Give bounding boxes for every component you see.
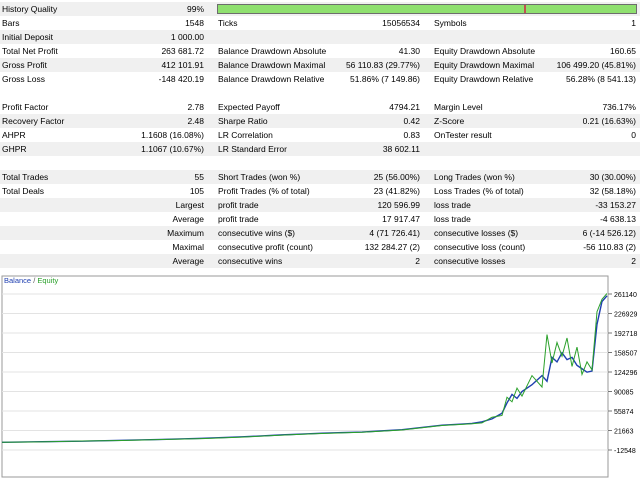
history-quality-marker [524, 5, 526, 13]
stat-value: 41.30 [398, 46, 420, 56]
chart-legend: Balance / Equity [4, 276, 58, 285]
y-tick-label: 90085 [614, 390, 634, 397]
stat-value: 1 [631, 18, 636, 28]
stat-value: 263 681.72 [161, 46, 204, 56]
stat-label: Total Deals [2, 186, 45, 196]
stat-label: Initial Deposit [2, 32, 54, 42]
stat-value: 4794.21 [389, 102, 420, 112]
stat-group-label: Maximum [167, 228, 204, 238]
stat-value: 120 596.99 [377, 200, 420, 210]
stats-row: Bars 1548 Ticks 15056534 Symbols 1 [0, 16, 640, 30]
stat-label: AHPR [2, 130, 26, 140]
stats-row: Gross Loss -148 420.19 Balance Drawdown Re… [0, 72, 640, 86]
stat-value: 1 000.00 [170, 32, 204, 42]
stat-value: 1.1608 (16.08%) [141, 130, 204, 140]
stat-value: 1.1067 (10.67%) [141, 144, 204, 154]
y-tick-label: 226929 [614, 312, 637, 319]
balance-equity-chart: 261140 226929 192718 158507 124296 90085 55874… [0, 274, 640, 480]
stats-row: Total Deals 105 Profit Trades (% of total)… [0, 184, 640, 198]
stat-value: 736.17% [602, 102, 636, 112]
stat-label: Gross Loss [2, 74, 45, 84]
stat-value: 15056534 [382, 18, 420, 28]
stats-row: Recovery Factor 2.48 Sharpe Ratio 0.42 Z-Sco… [0, 114, 640, 128]
stat-value: 38 602.11 [382, 144, 420, 154]
stat-label: GHPR [2, 144, 27, 154]
stat-value: 0.83 [403, 130, 420, 140]
stat-label: Gross Profit [2, 60, 47, 70]
plot-area [1, 275, 609, 478]
history-quality-value: 99% [186, 4, 204, 14]
stat-value: 2 [415, 256, 420, 266]
stats-row: Gross Profit 412 101.91 Balance Drawdown M… [0, 58, 640, 72]
chart-svg: 261140 226929 192718 158507 124296 90085 55874… [1, 275, 637, 478]
stat-value [520, 142, 636, 156]
stat-value: 56 110.83 (29.77%) [345, 60, 420, 70]
stat-value [300, 30, 420, 44]
stats-row: Profit Factor 2.78 Expected Payoff 4794.21 M… [0, 100, 640, 114]
stat-value: 0.21 (16.63%) [582, 116, 636, 126]
stats-row: Total Trades 55 Short Trades (won %) 25 (56… [0, 170, 640, 184]
stat-value: 23 (41.82%) [373, 186, 420, 196]
stat-group-label: Largest [175, 200, 204, 210]
stats-row: Largest profit trade 120 596.99 loss trade -… [0, 198, 640, 212]
y-tick-label: 158507 [614, 351, 637, 358]
stat-group-label: Average [172, 256, 204, 266]
stat-group-label: Average [172, 214, 204, 224]
stat-value: 2 [631, 256, 636, 266]
stat-value: -33 153.27 [595, 200, 636, 210]
stats-row: Total Net Profit 263 681.72 Balance Drawdo… [0, 44, 640, 58]
stats-row: GHPR 1.1067 (10.67%) LR Standard Error 38 6… [0, 142, 640, 156]
stat-value: 25 (56.00%) [373, 172, 420, 182]
y-tick-label: -12548 [614, 448, 636, 455]
stat-group-label: Maximal [172, 242, 204, 252]
stat-label: Profit Factor [2, 102, 49, 112]
stat-value: 412 101.91 [161, 60, 204, 70]
history-quality-bar [217, 4, 637, 14]
stat-value: 2.48 [187, 116, 204, 126]
stat-value: 1548 [185, 18, 204, 28]
stat-value: 0.42 [403, 116, 420, 126]
legend-balance: Balance [4, 276, 32, 285]
y-tick-label: 261140 [614, 292, 637, 299]
stat-value: 132 284.27 (2) [364, 242, 420, 252]
stat-value: 2.78 [187, 102, 204, 112]
stat-value: 6 (-14 526.12) [582, 228, 636, 238]
stat-value: -148 420.19 [158, 74, 204, 84]
legend-equity: Equity [37, 276, 59, 285]
stat-label: Total Trades [2, 172, 49, 182]
y-tick-label: 192718 [614, 331, 637, 338]
y-tick-label: 21663 [614, 429, 634, 436]
stat-value: 4 (71 726.41) [369, 228, 420, 238]
y-tick-label: 55874 [614, 409, 634, 416]
stat-value: 56.28% (8 541.13) [566, 74, 636, 84]
stat-value: -4 638.13 [600, 214, 636, 224]
stat-value [520, 30, 636, 44]
stat-value: 0 [631, 130, 636, 140]
stat-value: 55 [194, 172, 204, 182]
stats-row: Initial Deposit 1 000.00 [0, 30, 640, 44]
stat-label: Total Net Profit [2, 46, 58, 56]
stat-value: 32 (58.18%) [589, 186, 636, 196]
stats-row: AHPR 1.1608 (16.08%) LR Correlation 0.83 OnT… [0, 128, 640, 142]
stat-value: 105 [189, 186, 204, 196]
stat-label: Recovery Factor [2, 116, 65, 126]
y-tick-label: 124296 [614, 370, 637, 377]
stat-value: 106 499.20 (45.81%) [556, 60, 636, 70]
stats-row: Maximal consecutive profit (count) 132 284… [0, 240, 640, 254]
stats-row: Maximum consecutive wins ($) 4 (71 726.41)… [0, 226, 640, 240]
stat-value: 51.86% (7 149.86) [350, 74, 420, 84]
stat-value: 30 (30.00%) [589, 172, 636, 182]
stats-row: Average profit trade 17 917.47 loss trade -4… [0, 212, 640, 226]
stat-value: -56 110.83 (2) [583, 242, 636, 252]
history-quality-label: History Quality [2, 4, 58, 14]
stat-value: 17 917.47 [382, 214, 420, 224]
stat-value: 160.65 [610, 46, 636, 56]
stat-label: Bars [2, 18, 20, 28]
history-quality-row: History Quality 99% [0, 2, 640, 16]
stats-row: Average consecutive wins 2 consecutive loss… [0, 254, 640, 268]
